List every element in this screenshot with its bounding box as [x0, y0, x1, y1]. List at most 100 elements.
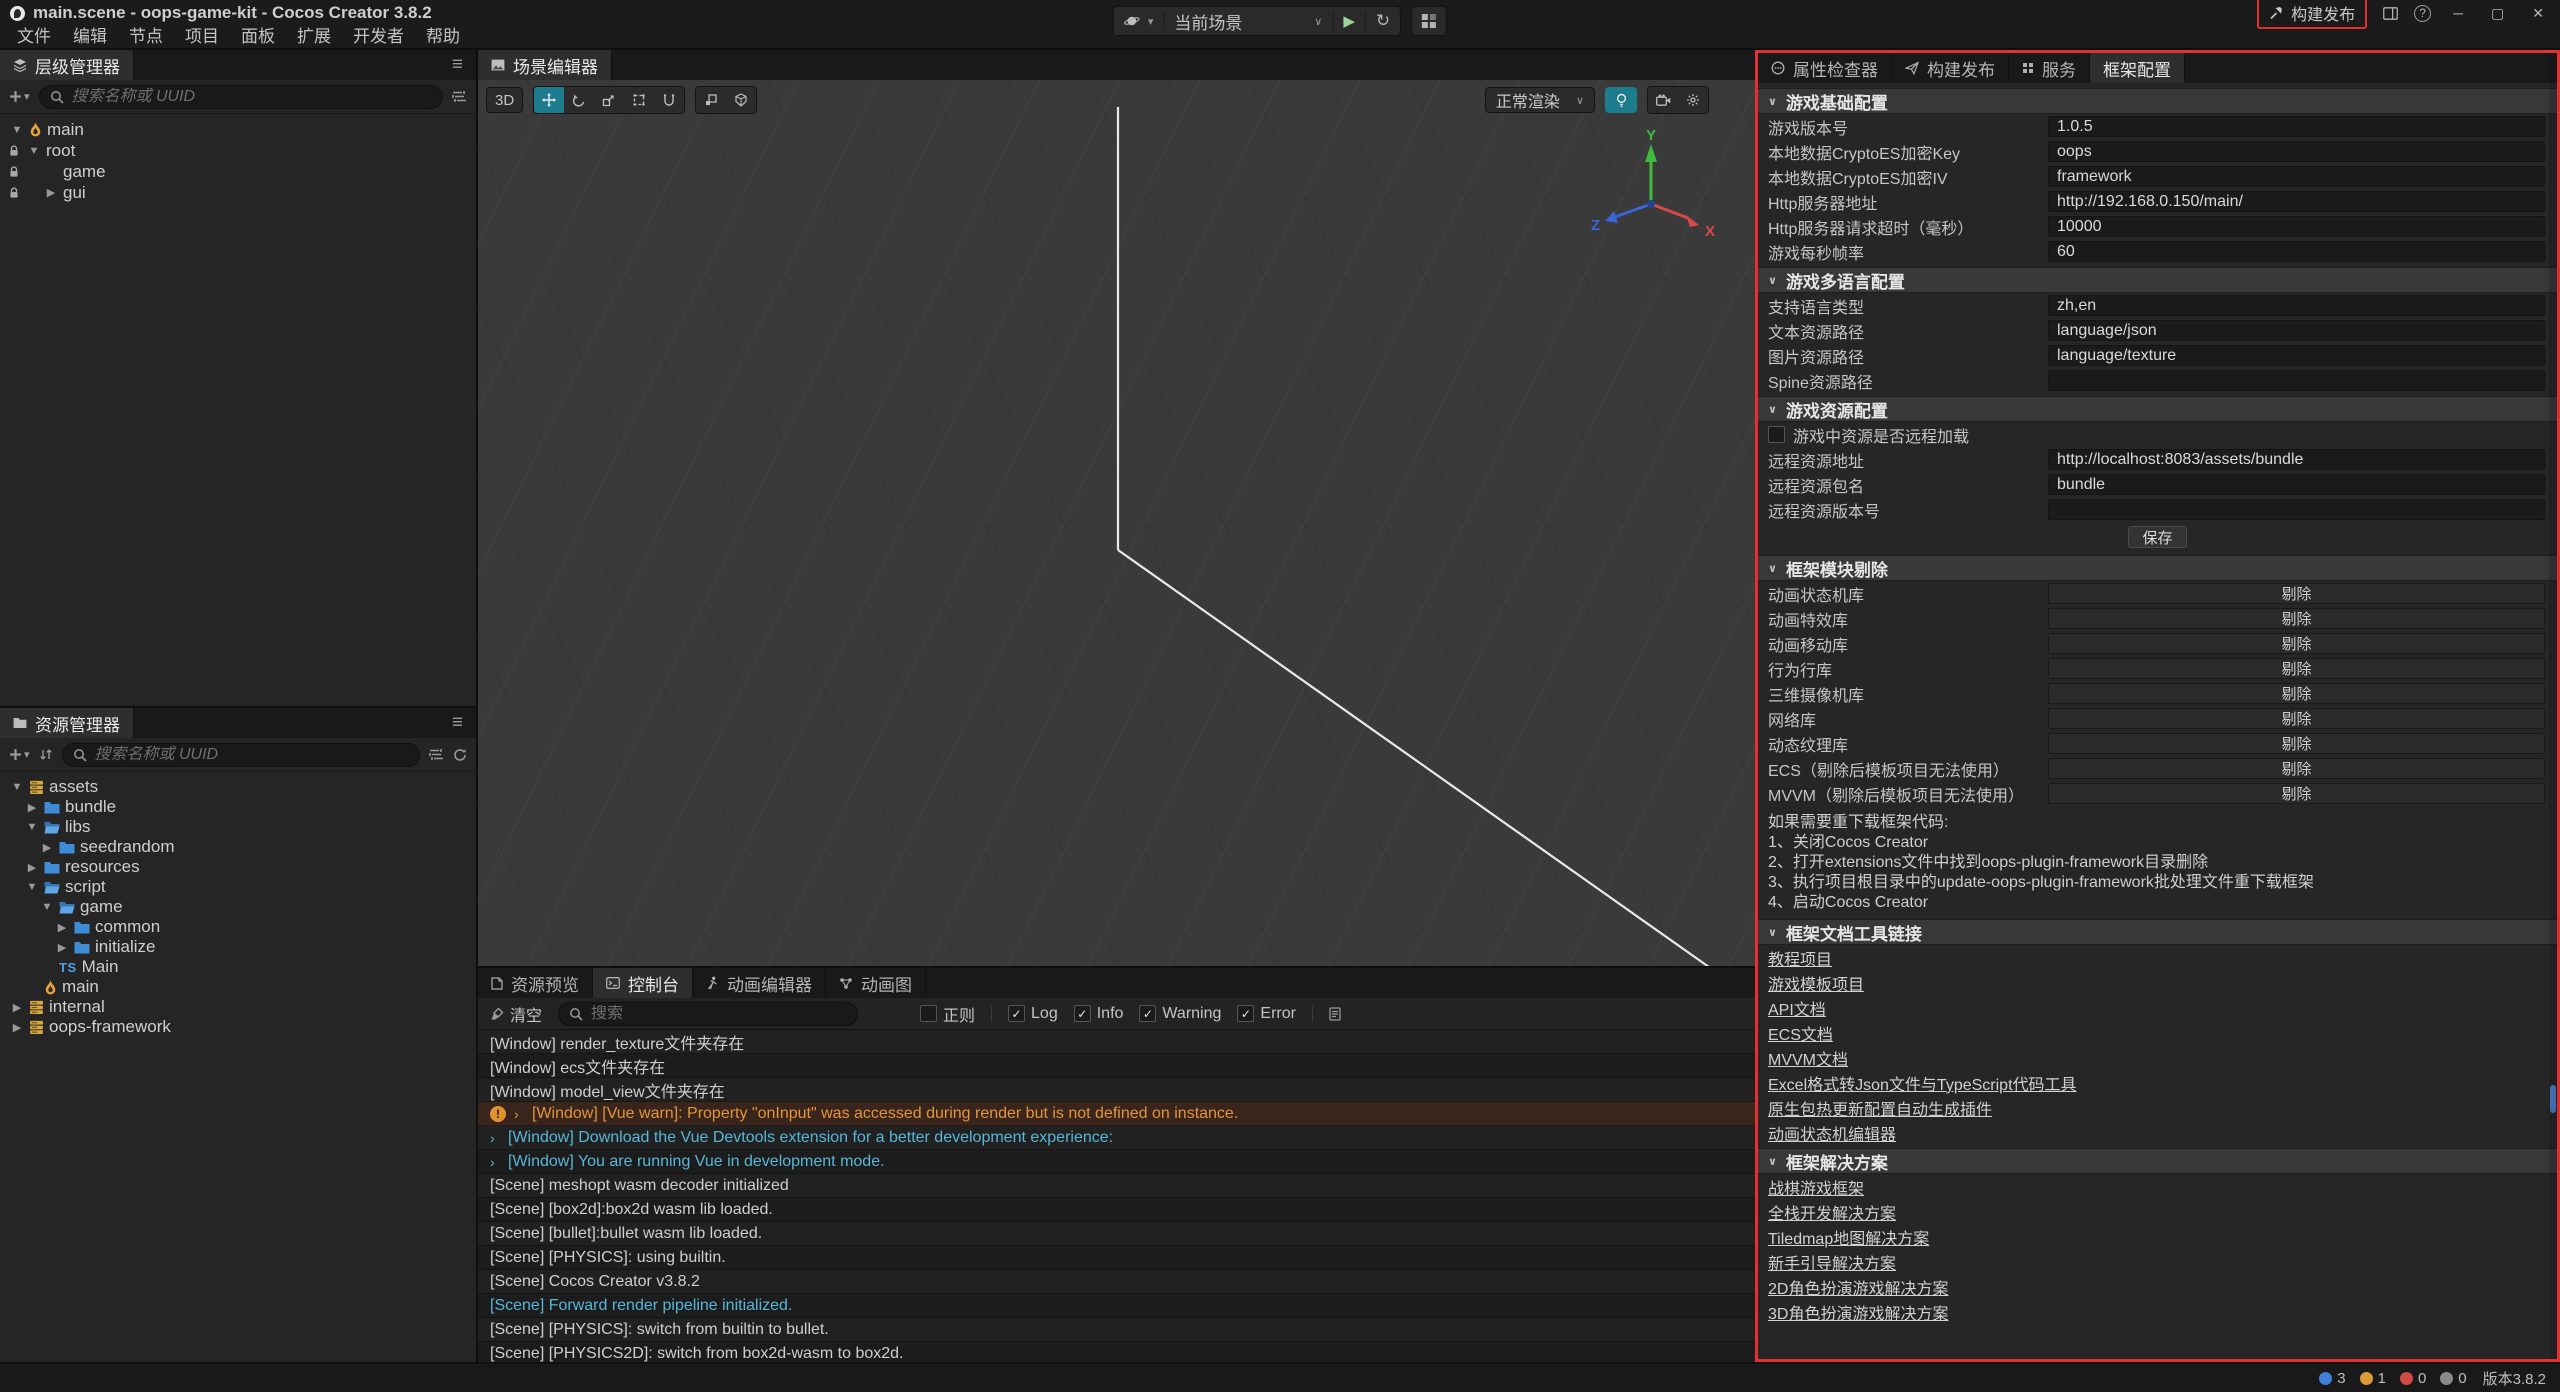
- field-input[interactable]: oops: [2048, 141, 2545, 162]
- tab-assets[interactable]: 资源管理器: [0, 708, 134, 738]
- status-count-error[interactable]: 0: [2400, 1370, 2426, 1387]
- field-input[interactable]: http://localhost:8083/assets/bundle: [2048, 449, 2545, 470]
- section-header[interactable]: ∨游戏多语言配置: [1758, 267, 2557, 293]
- doc-link[interactable]: 教程项目: [1768, 946, 1832, 970]
- doc-link[interactable]: 战棋游戏框架: [1768, 1175, 1864, 1199]
- field-input[interactable]: 1.0.5: [2048, 116, 2545, 137]
- tab-console-2[interactable]: 动画编辑器: [693, 968, 826, 998]
- doc-link[interactable]: 原生包热更新配置自动生成插件: [1768, 1096, 1992, 1120]
- tab-inspector-2[interactable]: 服务: [2009, 53, 2090, 83]
- close-button[interactable]: ✕: [2526, 5, 2550, 22]
- clear-console-button[interactable]: 清空: [490, 1002, 542, 1026]
- menu-item-2[interactable]: 节点: [118, 26, 174, 48]
- chevron-closed-icon[interactable]: ▶: [10, 1021, 24, 1034]
- remove-module-button[interactable]: 剔除: [2048, 583, 2545, 604]
- field-input[interactable]: [2048, 499, 2545, 520]
- status-count-info[interactable]: 3: [2319, 1370, 2345, 1387]
- doc-link[interactable]: 全栈开发解决方案: [1768, 1200, 1896, 1224]
- lighting-toggle-button[interactable]: [1605, 87, 1637, 113]
- menu-item-5[interactable]: 扩展: [286, 26, 342, 48]
- section-header[interactable]: ∨框架文档工具链接: [1758, 919, 2557, 945]
- rotate-tool-button[interactable]: [564, 86, 594, 114]
- chevron-open-icon[interactable]: ▼: [25, 821, 39, 833]
- assets-search-input[interactable]: [95, 746, 409, 764]
- asset-node-game[interactable]: ▼game: [0, 897, 476, 917]
- scene-select-dropdown[interactable]: 当前场景 ∨: [1164, 7, 1332, 35]
- doc-link[interactable]: 游戏模板项目: [1768, 971, 1864, 995]
- axis-gizmo[interactable]: Y X Z: [1579, 126, 1729, 266]
- console-message[interactable]: !›[Window] [Vue warn]: Property "onInput…: [478, 1102, 1755, 1126]
- transform-gizmo-button[interactable]: [654, 86, 684, 114]
- scrollbar-thumb[interactable]: [2550, 1085, 2556, 1113]
- asset-node-assets[interactable]: ▼assets: [0, 777, 476, 797]
- menu-item-7[interactable]: 帮助: [415, 26, 471, 48]
- asset-node-common[interactable]: ▶common: [0, 917, 476, 937]
- chevron-closed-icon[interactable]: ▶: [44, 186, 58, 199]
- field-input[interactable]: zh,en: [2048, 295, 2545, 316]
- tab-console-active[interactable]: 控制台: [593, 968, 693, 998]
- refresh-assets-icon[interactable]: [453, 748, 467, 762]
- asset-node-oops-framework[interactable]: ▶oops-framework: [0, 1017, 476, 1037]
- move-tool-button[interactable]: [534, 86, 564, 114]
- doc-link[interactable]: MVVM文档: [1768, 1046, 1848, 1070]
- filter-error-checkbox[interactable]: ✓Error: [1237, 1005, 1296, 1023]
- doc-link[interactable]: Excel格式转Json文件与TypeScript代码工具: [1768, 1071, 2077, 1095]
- scene-gear-button[interactable]: [1678, 86, 1708, 114]
- help-icon[interactable]: ?: [2414, 5, 2431, 22]
- play-button[interactable]: ▶: [1333, 7, 1365, 35]
- tab-console-3[interactable]: 动画图: [826, 968, 926, 998]
- expand-caret-icon[interactable]: ›: [490, 1154, 500, 1170]
- minimize-button[interactable]: ─: [2447, 5, 2469, 21]
- remove-module-button[interactable]: 剔除: [2048, 658, 2545, 679]
- chevron-open-icon[interactable]: ▼: [27, 145, 41, 157]
- maximize-button[interactable]: ▢: [2485, 5, 2510, 22]
- filter-log-checkbox[interactable]: ✓Log: [1008, 1005, 1058, 1023]
- field-input[interactable]: [2048, 370, 2545, 391]
- rect-tool-button[interactable]: [624, 86, 654, 114]
- field-input[interactable]: 60: [2048, 241, 2545, 262]
- section-header[interactable]: ∨框架模块剔除: [1758, 555, 2557, 581]
- layout-button[interactable]: [1412, 7, 1446, 35]
- log-file-icon[interactable]: [1329, 1007, 1341, 1021]
- remove-module-button[interactable]: 剔除: [2048, 733, 2545, 754]
- doc-link[interactable]: 2D角色扮演游戏解决方案: [1768, 1275, 1948, 1299]
- chevron-open-icon[interactable]: ▼: [10, 781, 24, 793]
- tab-console-0[interactable]: 资源预览: [478, 968, 593, 998]
- section-header[interactable]: ∨游戏基础配置: [1758, 88, 2557, 114]
- chevron-closed-icon[interactable]: ▶: [55, 941, 69, 954]
- field-input[interactable]: http://192.168.0.150/main/: [2048, 191, 2545, 212]
- hierarchy-filter-icon[interactable]: [452, 90, 467, 103]
- asset-node-script[interactable]: ▼script: [0, 877, 476, 897]
- assets-filter-icon[interactable]: [429, 748, 444, 761]
- doc-link[interactable]: Tiledmap地图解决方案: [1768, 1225, 1929, 1249]
- status-count-misc[interactable]: 0: [2440, 1370, 2466, 1387]
- hierarchy-node-gui[interactable]: ▶gui: [0, 182, 476, 203]
- add-asset-button[interactable]: ▾: [9, 748, 30, 761]
- scale-tool-button[interactable]: [594, 86, 624, 114]
- chevron-closed-icon[interactable]: ▶: [10, 1001, 24, 1014]
- remove-module-button[interactable]: 剔除: [2048, 783, 2545, 804]
- filter-warning-checkbox[interactable]: ✓Warning: [1139, 1005, 1221, 1023]
- field-input[interactable]: bundle: [2048, 474, 2545, 495]
- section-header[interactable]: ∨框架解决方案: [1758, 1148, 2557, 1174]
- render-mode-dropdown[interactable]: 正常渲染 ∨: [1485, 87, 1595, 113]
- tab-inspector-0[interactable]: 属性检查器: [1758, 53, 1892, 83]
- asset-node-libs[interactable]: ▼libs: [0, 817, 476, 837]
- asset-node-resources[interactable]: ▶resources: [0, 857, 476, 877]
- menu-item-3[interactable]: 项目: [174, 26, 230, 48]
- chevron-closed-icon[interactable]: ▶: [25, 861, 39, 874]
- chevron-open-icon[interactable]: ▼: [10, 124, 24, 136]
- inspector-scrollbar[interactable]: [2549, 53, 2557, 1359]
- status-count-warning[interactable]: 1: [2360, 1370, 2386, 1387]
- asset-node-main[interactable]: main: [0, 977, 476, 997]
- chevron-open-icon[interactable]: ▼: [25, 881, 39, 893]
- chevron-closed-icon[interactable]: ▶: [25, 801, 39, 814]
- panel-window-icon[interactable]: [2383, 7, 2398, 20]
- remove-module-button[interactable]: 剔除: [2048, 633, 2545, 654]
- field-input[interactable]: language/json: [2048, 320, 2545, 341]
- hierarchy-search-input[interactable]: [72, 88, 432, 106]
- save-button[interactable]: 保存: [2128, 526, 2186, 548]
- doc-link[interactable]: ECS文档: [1768, 1021, 1833, 1045]
- remove-module-button[interactable]: 剔除: [2048, 608, 2545, 629]
- doc-link[interactable]: 动画状态机编辑器: [1768, 1121, 1896, 1145]
